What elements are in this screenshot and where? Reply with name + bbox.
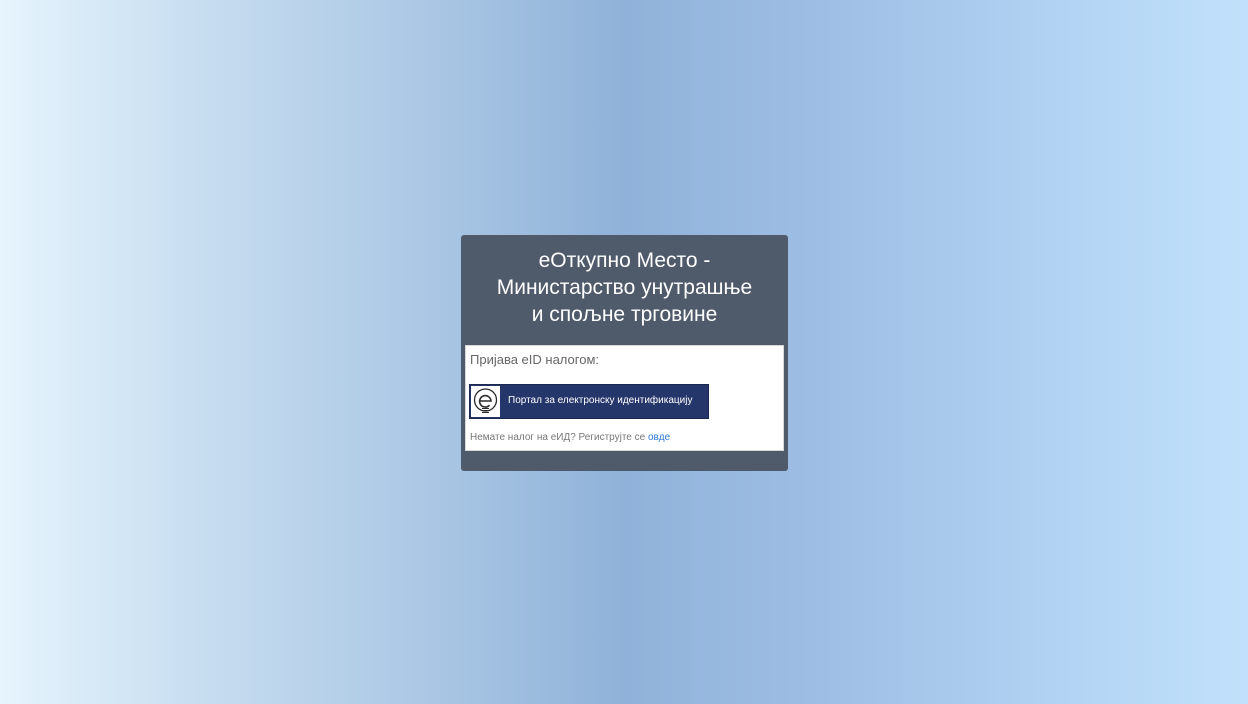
register-link[interactable]: овде	[648, 432, 670, 443]
login-panel: еОткупно Место - Министарство унутрашње …	[461, 235, 788, 471]
eid-login-label: Пријава eID налогом:	[470, 352, 600, 367]
panel-title: еОткупно Место - Министарство унутрашње …	[496, 249, 753, 326]
register-text: Немате налог на еИД? Региструјте се	[470, 432, 648, 443]
register-prompt: Немате налог на еИД? Региструјте се овде	[470, 432, 670, 443]
login-form-body: Пријава eID налогом: Портал за електронс…	[465, 345, 784, 451]
eid-portal-button[interactable]: Портал за електронску идентификацију	[469, 384, 709, 419]
eid-portal-button-label: Портал за електронску идентификацију	[508, 395, 693, 406]
eid-e-logo-icon	[471, 386, 500, 417]
